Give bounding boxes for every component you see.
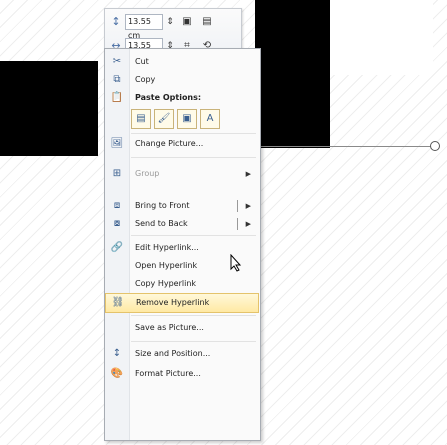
black-shape-left[interactable]	[0, 61, 98, 156]
submenu-arrow-icon[interactable]: ▶	[246, 197, 251, 215]
menu-divider	[131, 235, 256, 236]
selection-border	[255, 146, 435, 147]
hyperlink-icon: 🔗	[110, 242, 124, 253]
height-spinner[interactable]: ⇕	[165, 17, 175, 27]
submenu-arrow-icon: ▶	[245, 170, 251, 178]
mouse-cursor-icon	[230, 254, 242, 272]
menu-item-copy[interactable]: ⧉ Copy	[105, 71, 260, 89]
remove-hyperlink-icon: ⛓	[111, 297, 125, 308]
height-row: ↕ 13.55 cm ⇕ ▣ ▤	[109, 13, 215, 40]
menu-divider	[131, 133, 256, 134]
change-picture-icon: 🖼	[110, 138, 124, 149]
menu-item-group[interactable]: ⊞ Group ▶	[105, 165, 260, 183]
menu-item-cut[interactable]: ✂ Cut	[105, 53, 260, 71]
menu-item-change-picture[interactable]: 🖼 Change Picture...	[105, 135, 260, 153]
height-icon: ↕	[111, 15, 121, 28]
menu-item-paste-options: 📋 Paste Options:	[110, 92, 202, 103]
size-position-icon: ↕	[112, 348, 122, 359]
send-to-back-icon: ⧇	[113, 218, 121, 229]
copy-icon: ⧉	[113, 74, 121, 85]
menu-item-remove-hyperlink[interactable]: ⛓ Remove Hyperlink	[105, 293, 259, 313]
split-separator	[237, 200, 238, 212]
menu-item-size-position[interactable]: ↕ Size and Position...	[105, 345, 260, 363]
bring-forward-icon[interactable]: ▣	[179, 15, 195, 29]
context-menu: ✂ Cut ⧉ Copy 📋 Paste Options: ▤ 🖌 ▣ A 🖼 …	[104, 48, 261, 441]
paste-text-only-icon[interactable]: A	[200, 109, 220, 129]
black-shape-right[interactable]	[255, 0, 330, 148]
menu-divider	[131, 315, 256, 316]
send-backward-icon[interactable]: ▤	[199, 15, 215, 29]
bring-to-front-icon: ⧈	[113, 200, 121, 211]
height-field[interactable]: 13.55 cm	[125, 14, 163, 40]
paste-icon: 📋	[110, 92, 124, 103]
group-icon: ⊞	[112, 168, 122, 179]
resize-handle[interactable]	[430, 141, 440, 151]
paste-destination-theme-icon[interactable]: ▤	[131, 109, 151, 129]
menu-item-bring-to-front[interactable]: ⧈ Bring to Front ▶	[105, 197, 260, 215]
menu-item-format-picture[interactable]: 🎨 Format Picture...	[105, 365, 260, 383]
split-separator	[237, 218, 238, 230]
paste-keep-source-icon[interactable]: 🖌	[154, 109, 174, 129]
menu-divider	[131, 157, 256, 158]
format-picture-icon: 🎨	[110, 368, 124, 379]
paste-options-row: ▤ 🖌 ▣ A	[131, 109, 223, 129]
menu-item-save-as-picture[interactable]: Save as Picture...	[105, 319, 260, 337]
shape-corner-cutout	[330, 0, 433, 75]
menu-item-send-to-back[interactable]: ⧇ Send to Back ▶	[105, 215, 260, 233]
menu-divider	[131, 341, 256, 342]
menu-item-copy-hyperlink[interactable]: Copy Hyperlink	[105, 275, 260, 293]
paste-as-picture-icon[interactable]: ▣	[177, 109, 197, 129]
submenu-arrow-icon[interactable]: ▶	[246, 215, 251, 233]
scissors-icon: ✂	[112, 56, 122, 67]
